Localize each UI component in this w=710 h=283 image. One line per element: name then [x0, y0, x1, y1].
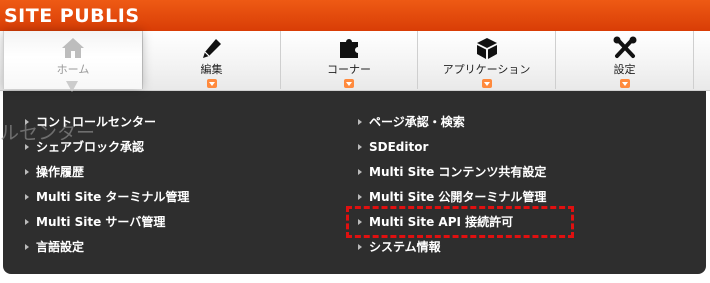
chevron-down-icon[interactable]	[619, 79, 630, 88]
site-logo[interactable]: SITE PUBLIS	[4, 5, 140, 27]
bullet-icon	[25, 119, 29, 125]
menu-item-label: Multi Site ターミナル管理	[36, 190, 190, 204]
menu-item-label: 言語設定	[36, 240, 85, 254]
bullet-icon	[25, 169, 29, 175]
home-icon	[62, 38, 84, 58]
nav-label-home: ホーム	[56, 63, 90, 76]
bullet-icon	[358, 144, 362, 150]
menu-item-content-sharing-settings[interactable]: Multi Site コンテンツ共有設定	[357, 164, 546, 189]
menu-item-system-info[interactable]: システム情報	[357, 239, 546, 264]
tools-icon	[613, 36, 636, 58]
active-tab-pointer-icon	[66, 81, 78, 92]
menu-item-page-approval-search[interactable]: ページ承認・検索	[357, 114, 546, 139]
menu-column-left: コントロールセンター シェアブロック承認 操作履歴 Multi Site ターミ…	[24, 114, 189, 264]
menu-item-share-block-approval[interactable]: シェアブロック承認	[24, 139, 189, 164]
nav-label-corner: コーナー	[327, 63, 371, 76]
menu-item-label: Multi Site サーバ管理	[36, 215, 166, 229]
chevron-down-icon[interactable]	[206, 79, 217, 88]
menu-item-sdeditor[interactable]: SDEditor	[357, 139, 546, 164]
menu-item-label: Multi Site 公開ターミナル管理	[369, 190, 547, 204]
menu-item-label: コントロールセンター	[36, 115, 157, 129]
nav-label-settings: 設定	[613, 63, 636, 76]
bullet-icon	[25, 244, 29, 250]
menu-item-terminal-management[interactable]: Multi Site ターミナル管理	[24, 189, 189, 214]
bullet-icon	[358, 169, 362, 175]
menu-item-label: シェアブロック承認	[36, 140, 145, 154]
bullet-icon	[25, 194, 29, 200]
nav-label-edit: 編集	[200, 63, 223, 76]
bullet-icon	[358, 194, 362, 200]
nav-item-settings[interactable]: 設定	[555, 31, 694, 89]
bullet-icon	[358, 219, 362, 225]
nav-label-application: アプリケーション	[442, 63, 531, 76]
menu-item-label: システム情報	[369, 240, 441, 254]
bullet-icon	[25, 219, 29, 225]
menu-item-api-connection-permission[interactable]: Multi Site API 接続許可	[357, 214, 546, 239]
menu-item-label: Multi Site API 接続許可	[369, 215, 514, 229]
nav-item-edit[interactable]: 編集	[142, 31, 280, 89]
bullet-icon	[25, 144, 29, 150]
bullet-icon	[358, 244, 362, 250]
chevron-down-icon[interactable]	[481, 79, 492, 88]
menu-item-operation-history[interactable]: 操作履歴	[24, 164, 189, 189]
menu-item-label: SDEditor	[369, 140, 429, 154]
menu-item-language-settings[interactable]: 言語設定	[24, 239, 189, 264]
top-header-bar: SITE PUBLIS	[0, 0, 710, 31]
pencil-icon	[202, 39, 221, 58]
menu-item-label: 操作履歴	[36, 165, 85, 179]
menu-item-server-management[interactable]: Multi Site サーバ管理	[24, 214, 189, 239]
menu-item-label: ページ承認・検索	[369, 115, 465, 129]
nav-item-corner[interactable]: コーナー	[280, 31, 417, 89]
puzzle-icon	[340, 39, 358, 58]
chevron-down-icon[interactable]	[344, 79, 354, 88]
nav-item-application[interactable]: アプリケーション	[417, 31, 555, 89]
menu-item-public-terminal-management[interactable]: Multi Site 公開ターミナル管理	[357, 189, 546, 214]
menu-item-control-center[interactable]: コントロールセンター	[24, 114, 189, 139]
menu-column-right: ページ承認・検索 SDEditor Multi Site コンテンツ共有設定 M…	[357, 114, 546, 264]
main-nav-bar: ホーム 編集 コーナー アプリケーション 設定	[0, 31, 710, 91]
bullet-icon	[358, 119, 362, 125]
cube-icon	[476, 38, 497, 59]
menu-item-label: Multi Site コンテンツ共有設定	[369, 165, 547, 179]
